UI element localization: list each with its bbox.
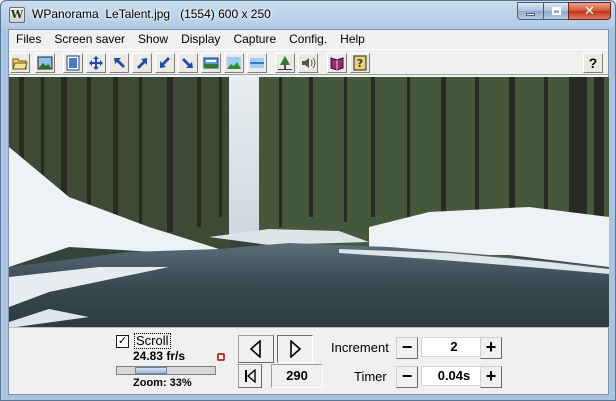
app-window: W WPanorama LeTalent.jpg (1554) 600 x 25… bbox=[0, 0, 616, 401]
landscape-button[interactable] bbox=[224, 53, 244, 73]
scroll-label[interactable]: Scroll bbox=[134, 333, 171, 349]
zoom-label: Zoom: 33% bbox=[133, 377, 192, 389]
skip-start-icon bbox=[245, 369, 256, 383]
close-icon: ✕ bbox=[584, 3, 595, 18]
picture-icon bbox=[37, 56, 53, 70]
timer-decrease-button[interactable]: − bbox=[396, 366, 418, 388]
minimize-button[interactable] bbox=[517, 2, 543, 20]
menu-show[interactable]: Show bbox=[131, 30, 174, 48]
menu-config[interactable]: Config. bbox=[282, 30, 333, 48]
client-area: Files Screen saver Show Display Capture … bbox=[8, 29, 609, 395]
timer-increase-button[interactable]: + bbox=[480, 366, 502, 388]
sound-button[interactable] bbox=[298, 53, 318, 73]
title-bar[interactable]: W WPanorama LeTalent.jpg (1554) 600 x 25… bbox=[1, 1, 615, 28]
move-button[interactable] bbox=[86, 53, 106, 73]
minimize-icon bbox=[526, 12, 535, 16]
up-right-button[interactable] bbox=[132, 53, 152, 73]
close-button[interactable]: ✕ bbox=[568, 2, 611, 20]
help-book-icon: ? bbox=[353, 55, 367, 71]
panorama-image bbox=[9, 77, 609, 327]
book-button[interactable] bbox=[327, 53, 347, 73]
maximize-icon bbox=[551, 7, 561, 15]
open-button[interactable] bbox=[10, 53, 30, 73]
landscape-icon bbox=[227, 57, 241, 69]
menu-files[interactable]: Files bbox=[9, 30, 47, 48]
help-label: ? bbox=[588, 55, 598, 71]
position-value: 290 bbox=[271, 364, 323, 388]
first-frame-button[interactable] bbox=[238, 364, 262, 388]
panorama-button[interactable] bbox=[201, 53, 221, 73]
horizon-button[interactable] bbox=[247, 53, 267, 73]
arrow-down-right-icon bbox=[182, 58, 193, 68]
arrow-left-icon bbox=[249, 340, 261, 358]
timer-value[interactable]: 0.04s bbox=[421, 366, 487, 386]
book-icon bbox=[330, 57, 344, 71]
up-left-button[interactable] bbox=[109, 53, 129, 73]
scroll-checkbox-row[interactable]: ✓ Scroll bbox=[116, 333, 171, 349]
down-left-button[interactable] bbox=[155, 53, 175, 73]
horizon-icon bbox=[250, 58, 264, 68]
panorama-icon bbox=[203, 57, 219, 69]
panorama-view[interactable] bbox=[9, 77, 609, 328]
previous-button[interactable] bbox=[238, 335, 274, 363]
increment-increase-button[interactable]: + bbox=[480, 337, 502, 359]
arrow-down-left-icon bbox=[160, 57, 170, 68]
caption-buttons: ✕ bbox=[517, 2, 611, 20]
svg-text:?: ? bbox=[357, 57, 363, 70]
tree-button[interactable] bbox=[275, 53, 295, 73]
menu-display[interactable]: Display bbox=[174, 30, 226, 48]
fit-window-icon bbox=[66, 55, 80, 71]
tree-icon bbox=[278, 56, 292, 70]
toolbar: ? ? bbox=[9, 49, 608, 75]
zoom-slider[interactable] bbox=[116, 366, 216, 375]
maximize-button[interactable] bbox=[543, 2, 568, 20]
timer-label: Timer bbox=[354, 369, 387, 384]
picture-button[interactable] bbox=[35, 53, 55, 73]
scroll-checkbox[interactable]: ✓ bbox=[116, 334, 129, 348]
increment-value[interactable]: 2 bbox=[421, 337, 487, 357]
menu-bar: Files Screen saver Show Display Capture … bbox=[9, 30, 608, 48]
arrow-up-left-icon bbox=[114, 58, 125, 68]
frame-rate: 24.83 fr/s bbox=[133, 349, 186, 363]
fit-window-button[interactable] bbox=[63, 53, 83, 73]
open-folder-icon bbox=[12, 58, 28, 70]
control-panel: ✓ Scroll 24.83 fr/s Zoom: 33% 290 Increm… bbox=[9, 329, 608, 394]
zoom-slider-thumb[interactable] bbox=[135, 367, 167, 374]
menu-screen-saver[interactable]: Screen saver bbox=[47, 30, 131, 48]
increment-label: Increment bbox=[331, 340, 389, 355]
next-button[interactable] bbox=[277, 335, 313, 363]
arrow-up-right-icon bbox=[137, 58, 147, 69]
app-icon[interactable]: W bbox=[9, 7, 25, 23]
arrow-right-icon bbox=[290, 340, 302, 358]
help-button[interactable]: ? bbox=[583, 53, 603, 73]
record-icon bbox=[217, 353, 225, 361]
move-arrows-icon bbox=[89, 56, 103, 70]
menu-capture[interactable]: Capture bbox=[226, 30, 282, 48]
down-right-button[interactable] bbox=[178, 53, 198, 73]
window-title: WPanorama LeTalent.jpg (1554) 600 x 250 bbox=[32, 7, 271, 21]
menu-help[interactable]: Help bbox=[333, 30, 371, 48]
help-book-button[interactable]: ? bbox=[350, 53, 370, 73]
speaker-icon bbox=[302, 57, 316, 69]
increment-decrease-button[interactable]: − bbox=[396, 337, 418, 359]
